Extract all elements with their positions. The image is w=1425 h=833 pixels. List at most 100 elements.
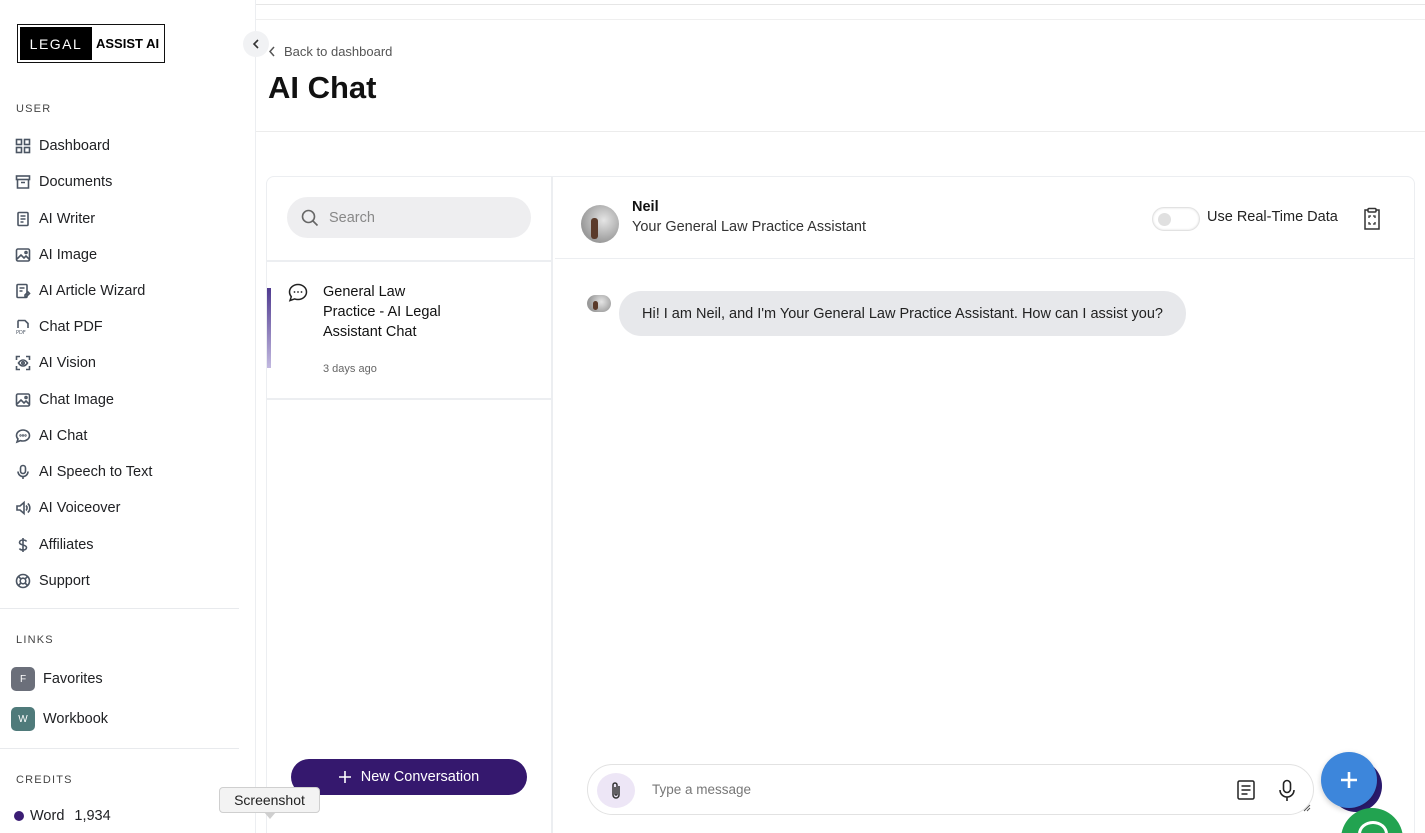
realtime-data-label: Use Real-Time Data	[1207, 209, 1338, 225]
archive-icon	[15, 175, 31, 189]
message-input[interactable]: Type a message	[652, 782, 751, 797]
conversation-panel: Search General Law Practice - AI Legal A…	[267, 177, 553, 833]
conversation-title: General Law Practice - AI Legal Assistan…	[323, 284, 441, 340]
logo-left-text: LEGAL	[20, 27, 92, 60]
assistant-name: Neil	[632, 199, 659, 215]
paperclip-icon	[612, 781, 620, 799]
links-section-label: LINKS	[16, 634, 54, 646]
microphone-icon	[17, 464, 29, 479]
image-icon	[15, 248, 31, 262]
chat-bubble-icon	[288, 283, 308, 302]
assistant-message-avatar	[587, 295, 611, 312]
sidebar-item-ai-image[interactable]: AI Image	[15, 244, 97, 266]
sidebar-item-affiliates[interactable]: Affiliates	[15, 534, 94, 556]
back-to-dashboard-link[interactable]: Back to dashboard	[268, 44, 392, 59]
sidebar-item-documents[interactable]: Documents	[15, 171, 112, 193]
message-composer: Type a message	[587, 764, 1314, 815]
top-border	[256, 4, 1425, 5]
sidebar-item-label: Documents	[39, 174, 113, 190]
sidebar-item-ai-writer[interactable]: AI Writer	[15, 208, 95, 230]
sidebar-item-label: Chat Image	[39, 392, 114, 408]
sidebar-item-ai-speech-to-text[interactable]: AI Speech to Text	[15, 461, 152, 483]
logo-right-text: ASSIST AI	[96, 36, 160, 51]
assistant-avatar	[581, 205, 619, 243]
sidebar-link-workbook[interactable]: W Workbook	[11, 707, 108, 731]
back-link-label: Back to dashboard	[284, 44, 393, 59]
credit-dot	[14, 811, 24, 821]
sidebar-divider	[0, 748, 239, 749]
assistant-role: Your General Law Practice Assistant	[632, 219, 867, 235]
app-logo[interactable]: LEGAL ASSIST AI	[17, 24, 165, 63]
credit-label: Word	[30, 808, 65, 824]
sidebar-item-label: Dashboard	[39, 138, 110, 154]
sidebar: LEGAL ASSIST AI USER Dashboard Documents…	[0, 0, 256, 833]
sidebar-item-ai-voiceover[interactable]: AI Voiceover	[15, 497, 120, 519]
workbook-badge: W	[11, 707, 35, 731]
attach-button[interactable]	[597, 773, 635, 808]
sidebar-link-label: Workbook	[43, 711, 109, 727]
sidebar-item-chat-image[interactable]: Chat Image	[15, 389, 114, 411]
article-wizard-icon	[16, 283, 31, 299]
resize-handle-icon[interactable]	[1303, 804, 1311, 812]
sidebar-item-label: AI Vision	[39, 355, 96, 371]
assistant-message: Hi! I am Neil, and I'm Your General Law …	[619, 291, 1186, 336]
chevron-left-icon	[252, 39, 259, 49]
chat-header: Neil Your General Law Practice Assistant…	[555, 177, 1414, 259]
credit-row-word: Word 1,934	[14, 808, 111, 824]
sidebar-link-favorites[interactable]: F Favorites	[11, 667, 103, 691]
svg-text:PDF: PDF	[16, 330, 26, 335]
chat-container: Search General Law Practice - AI Legal A…	[266, 176, 1415, 833]
microphone-icon[interactable]	[1276, 779, 1298, 803]
add-fab-button[interactable]	[1321, 752, 1377, 808]
sidebar-item-label: Affiliates	[39, 537, 94, 553]
plus-icon	[1341, 772, 1357, 788]
search-placeholder: Search	[329, 209, 375, 226]
grid-icon	[15, 138, 31, 154]
header-divider	[256, 19, 1425, 20]
sidebar-item-label: AI Article Wizard	[39, 283, 146, 299]
active-conversation-indicator	[267, 288, 271, 368]
sidebar-item-support[interactable]: Support	[15, 570, 90, 592]
sidebar-item-label: AI Chat	[39, 428, 88, 444]
screenshot-tooltip: Screenshot	[219, 787, 320, 819]
new-conversation-button[interactable]: New Conversation	[291, 759, 527, 795]
sidebar-item-dashboard[interactable]: Dashboard	[15, 135, 110, 157]
credit-value: 1,934	[74, 808, 111, 824]
user-section-label: USER	[16, 103, 52, 115]
document-lines-icon[interactable]	[1235, 779, 1257, 801]
sidebar-item-ai-article-wizard[interactable]: AI Article Wizard	[15, 280, 145, 302]
pdf-icon: PDF	[16, 319, 29, 335]
sidebar-item-ai-chat[interactable]: AI Chat	[15, 425, 87, 447]
conversation-item[interactable]: General Law Practice - AI Legal Assistan…	[267, 262, 552, 398]
plus-icon	[338, 771, 351, 783]
sidebar-collapse-button[interactable]	[243, 31, 269, 57]
sidebar-item-label: Support	[39, 573, 90, 589]
sidebar-item-chat-pdf[interactable]: PDF Chat PDF	[15, 316, 103, 338]
chat-bubble-icon	[15, 429, 31, 444]
clipboard-scan-icon[interactable]	[1361, 207, 1383, 231]
image-icon	[15, 393, 31, 407]
sidebar-link-label: Favorites	[43, 671, 103, 687]
chevron-left-icon	[268, 46, 275, 57]
sidebar-item-label: AI Image	[39, 247, 98, 263]
speaker-icon	[16, 500, 31, 516]
page-title: AI Chat	[268, 70, 377, 105]
conversation-divider	[267, 398, 552, 400]
credits-section-label: CREDITS	[16, 774, 73, 786]
favorites-badge: F	[11, 667, 35, 691]
realtime-data-toggle[interactable]	[1152, 207, 1200, 231]
search-input[interactable]: Search	[287, 197, 531, 238]
sidebar-item-label: AI Speech to Text	[39, 464, 153, 480]
header-divider	[256, 131, 1425, 132]
conversation-time: 3 days ago	[323, 363, 377, 375]
sidebar-item-ai-vision[interactable]: AI Vision	[15, 352, 96, 374]
dollar-icon	[18, 538, 28, 552]
document-icon	[17, 211, 29, 227]
new-conversation-label: New Conversation	[360, 769, 480, 785]
sidebar-item-label: AI Writer	[39, 211, 96, 227]
sidebar-item-label: AI Voiceover	[39, 500, 121, 516]
sidebar-item-label: Chat PDF	[39, 319, 103, 335]
sidebar-divider	[0, 608, 239, 609]
scan-eye-icon	[15, 355, 31, 371]
lifebuoy-icon	[15, 573, 31, 589]
